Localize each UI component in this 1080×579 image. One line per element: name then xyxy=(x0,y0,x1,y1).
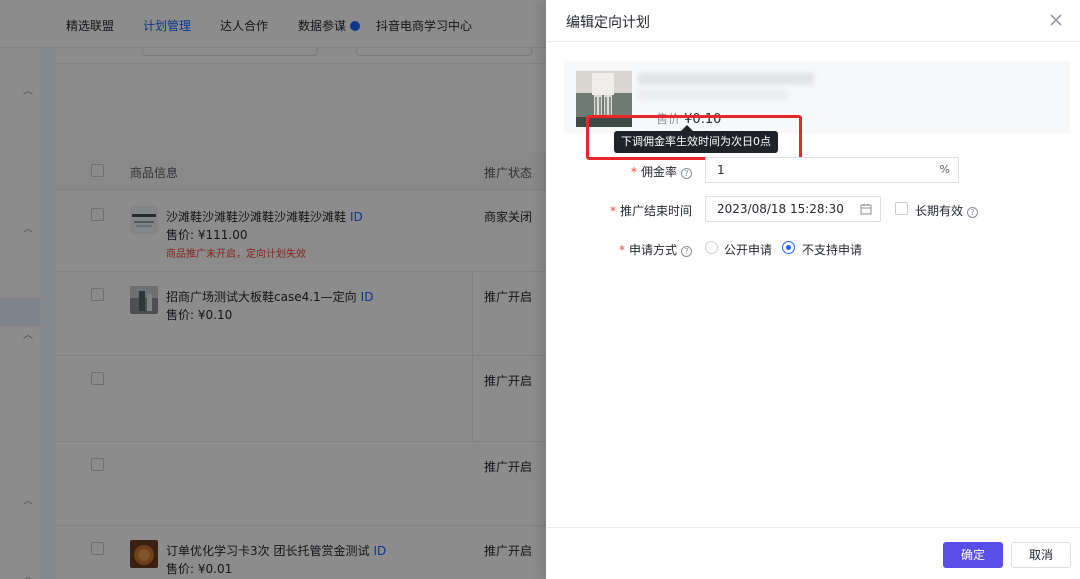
annotation-highlight-box xyxy=(586,115,802,160)
drawer-footer: 确定 取消 xyxy=(546,527,1080,579)
apply-mode-label-text: 申请方式 xyxy=(628,243,677,257)
apply-mode-label: * 申请方式? xyxy=(619,241,692,258)
no-apply-radio[interactable] xyxy=(782,241,795,254)
end-time-picker[interactable]: 2023/08/18 15:28:30 xyxy=(705,196,881,222)
confirm-button[interactable]: 确定 xyxy=(943,542,1003,568)
end-time-value: 2023/08/18 15:28:30 xyxy=(717,202,844,216)
drawer-title: 编辑定向计划 xyxy=(566,15,650,31)
close-icon[interactable] xyxy=(1046,10,1066,30)
required-mark: * xyxy=(630,165,637,179)
modal-overlay[interactable] xyxy=(0,0,546,579)
commission-label-text: 佣金率 xyxy=(640,165,677,179)
help-icon[interactable]: ? xyxy=(681,168,692,179)
public-apply-label[interactable]: 公开申请 xyxy=(724,241,772,258)
cancel-button[interactable]: 取消 xyxy=(1011,542,1071,568)
commission-label: * 佣金率? xyxy=(631,163,692,180)
commission-rate-value: 1 xyxy=(717,163,725,177)
end-time-label-text: 推广结束时间 xyxy=(619,204,692,218)
calendar-icon xyxy=(860,204,872,215)
required-mark: * xyxy=(618,243,625,257)
redacted-title xyxy=(638,73,814,85)
no-apply-label[interactable]: 不支持申请 xyxy=(802,241,862,258)
drawer-header: 编辑定向计划 xyxy=(546,0,1080,42)
long-term-checkbox[interactable] xyxy=(895,202,908,215)
public-apply-radio[interactable] xyxy=(705,241,718,254)
commission-rate-input[interactable]: 1 % xyxy=(705,157,959,183)
end-time-label: * 推广结束时间 xyxy=(610,202,692,219)
long-term-label: 长期有效? xyxy=(915,202,979,219)
edit-plan-drawer: 编辑定向计划 售价 ¥0.10 下调佣金率生效时间为次日0点 * 佣金率? 1 %… xyxy=(546,0,1080,579)
redacted-title xyxy=(638,89,788,101)
long-term-label-text: 长期有效 xyxy=(915,204,964,218)
required-mark: * xyxy=(609,204,616,218)
help-icon[interactable]: ? xyxy=(681,246,692,257)
help-icon[interactable]: ? xyxy=(967,207,979,218)
percent-suffix: % xyxy=(939,163,950,176)
